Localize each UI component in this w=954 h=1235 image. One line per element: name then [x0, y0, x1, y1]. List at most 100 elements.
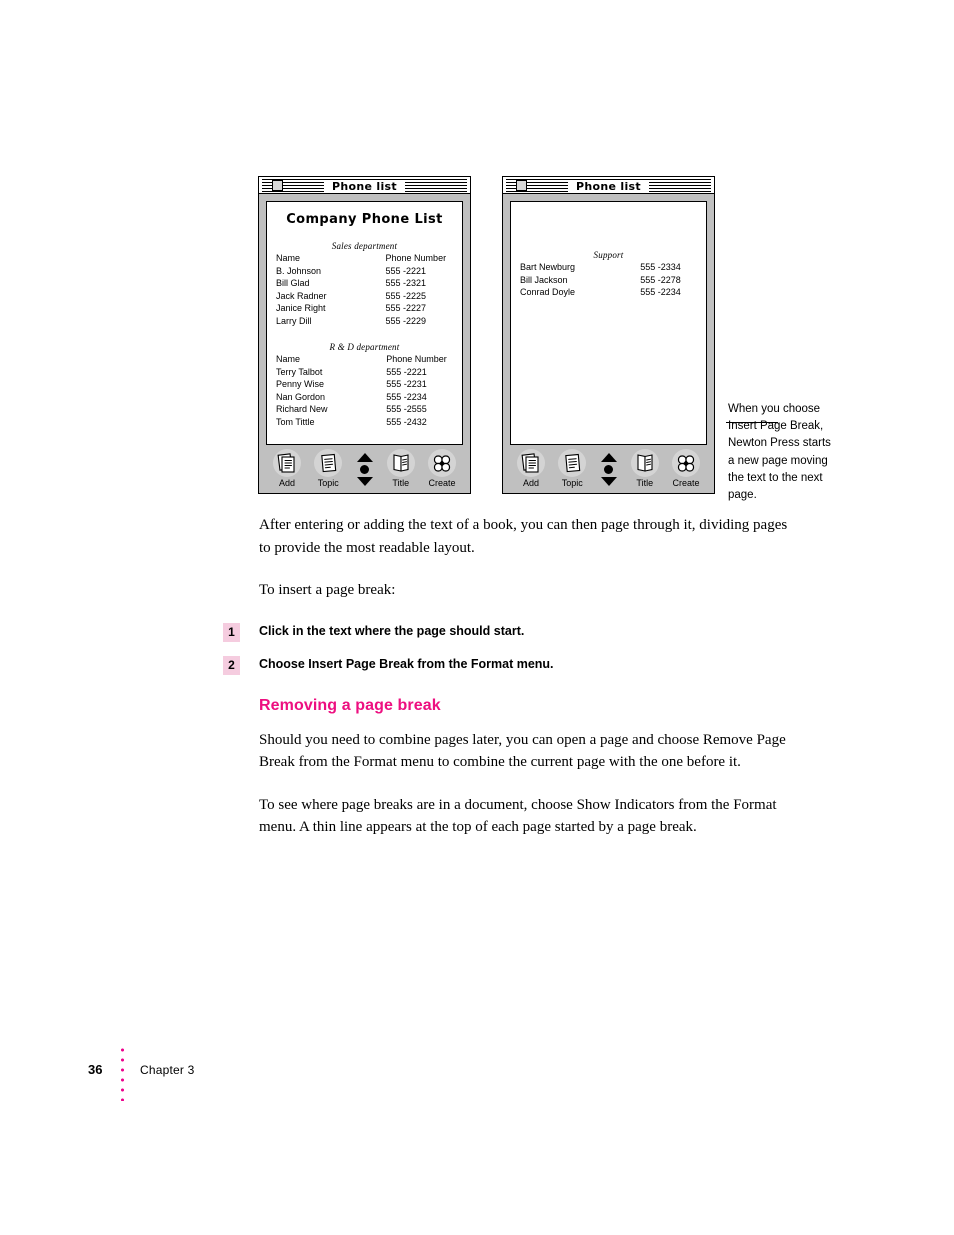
add-pages-icon	[516, 449, 546, 478]
contact-name: Jack Radner	[276, 290, 327, 301]
table-row: Larry Dill 555 -2229	[276, 316, 453, 329]
page-number: 36	[88, 1062, 103, 1077]
toolbar-label-create: Create	[428, 478, 456, 488]
lead-in-paragraph: To insert a page break:	[259, 582, 396, 598]
toolbar-label-title: Title	[636, 478, 654, 488]
window-body: Support Bart Newburg 555 -2334 Bill Jack…	[503, 194, 714, 493]
topic-page-icon	[557, 449, 587, 478]
contact-name: Bill Glad	[276, 278, 310, 288]
contact-phone: 555 -2234	[386, 391, 427, 402]
window-title: Phone list	[503, 177, 714, 193]
contact-name: Penny Wise	[276, 379, 325, 389]
contact-name: Conrad Doyle	[520, 287, 576, 297]
newton-window-after: Phone list Support Bart Newburg 555 -233…	[502, 176, 715, 494]
toolbar-scroll-arrows[interactable]	[352, 449, 378, 489]
toolbar-button-add[interactable]: Add	[513, 449, 549, 489]
footer-dotted-rule	[121, 1045, 124, 1101]
contact-name: Bill Jackson	[520, 274, 568, 285]
create-flower-icon	[427, 449, 457, 478]
toolbar-button-topic[interactable]: Topic	[310, 449, 346, 489]
numbered-step-1: 1 Click in the text where the page shoul…	[223, 622, 799, 642]
contact-phone: 555 -2234	[640, 287, 681, 297]
contact-phone: 555 -2231	[386, 379, 427, 389]
newton-toolbar: Add Topic Title Create	[510, 445, 707, 489]
table-row: Bill Jackson 555 -2278	[520, 275, 697, 288]
table-row: Richard New 555 -2555	[276, 404, 453, 417]
toolbar-label-title: Title	[392, 478, 410, 488]
toolbar-button-title[interactable]: Title	[627, 449, 663, 489]
contact-phone: 555 -2221	[385, 265, 427, 276]
contact-phone: 555 -2278	[640, 274, 681, 285]
table-row: Nan Gordon 555 -2234	[276, 392, 453, 405]
callout-annotation: When you choose Insert Page Break, Newto…	[728, 403, 831, 502]
toolbar-button-topic[interactable]: Topic	[554, 449, 590, 489]
table-spacer	[276, 328, 453, 342]
step-number-badge: 2	[223, 655, 240, 675]
create-flower-icon	[671, 449, 701, 478]
table-row: Jack Radner 555 -2225	[276, 291, 453, 304]
topic-page-icon	[313, 449, 343, 478]
contact-phone: 555 -2221	[386, 366, 427, 377]
step-text: Click in the text where the page should …	[259, 623, 525, 638]
table-row: Terry Talbot 555 -2221	[276, 367, 453, 380]
window-title-text: Phone list	[324, 180, 405, 193]
table-header-row: Name Phone Number	[276, 354, 453, 367]
table-row: B. Johnson 555 -2221	[276, 266, 453, 279]
window-title: Phone list	[259, 177, 470, 193]
contact-phone: 555 -2321	[385, 278, 427, 288]
column-header-phone: Phone Number	[385, 253, 447, 263]
column-header-phone: Phone Number	[386, 354, 447, 364]
contact-phone: 555 -2227	[385, 303, 427, 313]
toolbar-button-create[interactable]: Create	[668, 449, 704, 489]
table-row: Conrad Doyle 555 -2234	[520, 287, 697, 300]
section-heading-support: Support	[593, 250, 624, 260]
contact-phone: 555 -2432	[386, 416, 427, 427]
step-number-badge: 1	[223, 622, 240, 642]
scroll-up-arrow-icon[interactable]	[600, 452, 617, 462]
scroll-dot-icon[interactable]	[360, 464, 369, 474]
title-book-icon	[386, 449, 416, 478]
step-text: Choose Insert Page Break from the Format…	[259, 656, 554, 671]
toolbar-button-title[interactable]: Title	[383, 449, 419, 489]
page-footer: 36 Chapter 3	[88, 1045, 388, 1105]
window-body: Company Phone List Sales department Name…	[259, 194, 470, 493]
contact-name: Bart Newburg	[520, 262, 576, 272]
intro-paragraph: After entering or adding the text of a b…	[259, 517, 788, 556]
scroll-down-arrow-icon[interactable]	[356, 476, 373, 486]
contact-phone: 555 -2334	[640, 262, 681, 272]
toolbar-button-create[interactable]: Create	[424, 449, 460, 489]
scroll-down-arrow-icon[interactable]	[600, 476, 617, 486]
window-titlebar: Phone list	[259, 177, 470, 194]
toolbar-label-add: Add	[278, 478, 295, 488]
contact-phone: 555 -2225	[385, 290, 427, 301]
toolbar-button-add[interactable]: Add	[269, 449, 305, 489]
table-row: Penny Wise 555 -2231	[276, 379, 453, 392]
table-row: Bill Glad 555 -2321	[276, 278, 453, 291]
contact-name: Tom Tittle	[276, 416, 315, 427]
contact-name: Richard New	[276, 404, 328, 414]
body-paragraph-1: Should you need to combine pages later, …	[259, 731, 786, 771]
title-book-icon	[630, 449, 660, 478]
figure-newton-press-screenshots: Phone list Company Phone List Sales depa…	[258, 176, 878, 501]
toolbar-scroll-arrows[interactable]	[596, 449, 622, 489]
toolbar-label-add: Add	[522, 478, 539, 488]
section-heading-rd: R & D department	[329, 342, 400, 352]
phone-table-rd: Name Phone Number Terry Talbot 555 -2221…	[276, 354, 453, 429]
newton-toolbar: Add Topic Title Create	[266, 445, 463, 489]
document-page[interactable]: Support Bart Newburg 555 -2334 Bill Jack…	[510, 201, 707, 445]
toolbar-label-create: Create	[672, 478, 700, 488]
contact-name: B. Johnson	[276, 265, 322, 276]
window-titlebar: Phone list	[503, 177, 714, 194]
column-header-name: Name	[276, 354, 301, 364]
contact-phone: 555 -2229	[385, 315, 427, 326]
column-header-name: Name	[276, 253, 301, 263]
body-paragraph-2: To see where page breaks are in a docume…	[259, 796, 777, 836]
section-heading: Removing a page break	[259, 696, 441, 714]
document-heading: Company Phone List	[286, 212, 443, 227]
scroll-up-arrow-icon[interactable]	[356, 452, 373, 462]
document-page[interactable]: Company Phone List Sales department Name…	[266, 201, 463, 445]
contact-name: Larry Dill	[276, 315, 312, 326]
phone-table-sales: Name Phone Number B. Johnson 555 -2221 B…	[276, 253, 453, 342]
table-row: Janice Right 555 -2227	[276, 303, 453, 316]
scroll-dot-icon[interactable]	[604, 464, 613, 474]
